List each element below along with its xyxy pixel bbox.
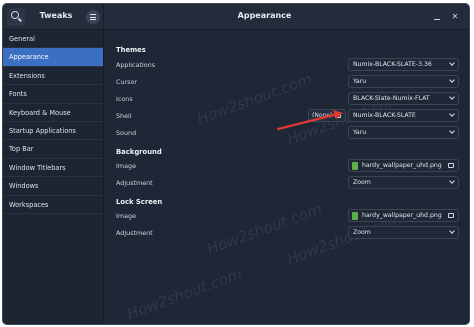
cursor-theme-dropdown[interactable]: Yaru (348, 75, 459, 88)
watermark: How2shout.com (194, 69, 315, 129)
shell-reset-label: (None) (312, 112, 333, 119)
sidebar-item-appearance[interactable]: Appearance (3, 48, 103, 67)
lock-adjustment-dropdown[interactable]: Zoom (348, 226, 459, 239)
image-file-icon (352, 162, 358, 170)
applications-theme-value: Numix-BLACK-SLATE-3.36 (353, 61, 432, 68)
sidebar: General Appearance Extensions Fonts Keyb… (3, 30, 104, 324)
sound-theme-dropdown[interactable]: Yaru (348, 126, 459, 139)
sidebar-item-window-titlebars[interactable]: Window Titlebars (3, 159, 103, 178)
shell-theme-dropdown[interactable]: Numix-BLACK-SLATE (348, 109, 459, 122)
chevron-down-icon (449, 111, 455, 117)
sidebar-header: Tweaks (3, 4, 104, 30)
image-file-icon (352, 212, 358, 220)
menu-button[interactable] (86, 10, 100, 24)
background-adjustment-label: Adjustment (116, 179, 153, 187)
page-title: Appearance (237, 11, 292, 20)
header-bar: Tweaks Appearance ✕ (3, 4, 469, 30)
sidebar-item-extensions[interactable]: Extensions (3, 67, 103, 86)
hamburger-menu-icon (90, 14, 96, 15)
search-button[interactable] (7, 8, 25, 26)
lock-adjustment-value: Zoom (353, 229, 371, 236)
lock-image-value: hardy_wallpaper_uhd.png (362, 212, 442, 219)
sidebar-item-fonts[interactable]: Fonts (3, 85, 103, 104)
tweaks-window: Tweaks Appearance ✕ General Appearance E… (2, 3, 470, 325)
sidebar-item-startup-applications[interactable]: Startup Applications (3, 122, 103, 141)
shell-theme-value: Numix-BLACK-SLATE (353, 112, 416, 119)
picture-icon (335, 113, 341, 118)
watermark: How2shout.com (124, 264, 245, 324)
search-icon-handle (18, 17, 22, 22)
icons-theme-value: BLACK-Slate-Numix-FLAT (353, 95, 430, 102)
lock-image-label: Image (116, 212, 137, 220)
shell-label: Shell (116, 112, 132, 120)
sound-label: Sound (116, 129, 137, 137)
section-background: Background (116, 148, 162, 156)
sidebar-item-keyboard-mouse[interactable]: Keyboard & Mouse (3, 104, 103, 122)
sound-theme-value: Yaru (353, 129, 367, 136)
hamburger-menu-icon-line (90, 16, 96, 18)
appearance-panel: How2shout.com How2shout.com How2shout.co… (104, 30, 469, 324)
chevron-down-icon (449, 228, 455, 234)
icons-label: Icons (116, 95, 133, 103)
picture-icon (448, 163, 454, 168)
background-image-value: hardy_wallpaper_uhd.png (362, 162, 442, 169)
lock-image-chooser[interactable]: hardy_wallpaper_uhd.png (348, 209, 459, 222)
sidebar-item-general[interactable]: General (3, 30, 103, 49)
cursor-theme-value: Yaru (353, 78, 367, 85)
cursor-label: Cursor (116, 78, 138, 86)
chevron-down-icon (449, 94, 455, 100)
background-adjustment-dropdown[interactable]: Zoom (348, 176, 459, 189)
shell-reset-button[interactable]: (None) (308, 109, 346, 122)
minimize-button[interactable] (432, 12, 442, 22)
sidebar-item-workspaces[interactable]: Workspaces (3, 196, 103, 214)
chevron-down-icon (449, 128, 455, 134)
chevron-down-icon (449, 77, 455, 83)
icons-theme-dropdown[interactable]: BLACK-Slate-Numix-FLAT (348, 92, 459, 105)
chevron-down-icon (449, 178, 455, 184)
lock-adjustment-label: Adjustment (116, 229, 153, 237)
sidebar-item-top-bar[interactable]: Top Bar (3, 140, 103, 159)
sidebar-item-windows[interactable]: Windows (3, 177, 103, 196)
background-adjustment-value: Zoom (353, 179, 371, 186)
app-title: Tweaks (39, 11, 73, 20)
watermark: How2shout.com (204, 199, 325, 259)
close-icon: ✕ (451, 12, 459, 21)
chevron-down-icon (449, 60, 455, 66)
close-button[interactable]: ✕ (450, 12, 460, 22)
applications-theme-dropdown[interactable]: Numix-BLACK-SLATE-3.36 (348, 58, 459, 71)
applications-label: Applications (116, 61, 156, 69)
picture-icon (448, 213, 454, 218)
background-image-label: Image (116, 162, 137, 170)
section-lock-screen: Lock Screen (116, 198, 163, 206)
section-themes: Themes (116, 46, 146, 54)
background-image-chooser[interactable]: hardy_wallpaper_uhd.png (348, 159, 459, 172)
hamburger-menu-icon-line (90, 19, 96, 20)
